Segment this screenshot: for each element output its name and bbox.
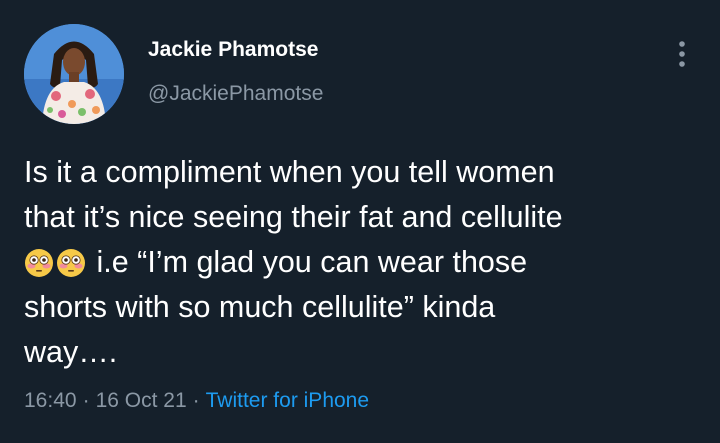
avatar-photo (24, 24, 124, 124)
more-vertical-icon (679, 41, 685, 67)
tweet-line: that it’s nice seeing their fat and cell… (24, 200, 563, 234)
tweet-line: way…. (24, 335, 118, 369)
tweet-date[interactable]: 16 Oct 21 (96, 389, 187, 412)
tweet-time[interactable]: 16:40 (24, 389, 77, 412)
tweet-line: shorts with so much cellulite” kinda (24, 290, 496, 324)
meta-separator: · (192, 389, 200, 412)
handle[interactable]: @JackiePhamotse (148, 82, 323, 106)
tweet-meta: 16:40 · 16 Oct 21 · Twitter for iPhone (24, 389, 369, 413)
tweet-text: Is it a compliment when you tell women t… (24, 150, 704, 375)
display-name[interactable]: Jackie Phamotse (148, 38, 318, 62)
tweet-line-text: i.e “I’m glad you can wear those (96, 245, 528, 279)
tweet-source-link[interactable]: Twitter for iPhone (206, 389, 369, 412)
meta-separator: · (82, 389, 90, 412)
tweet-card[interactable]: Jackie Phamotse @JackiePhamotse Is it a … (0, 0, 720, 443)
tweet-line: Is it a compliment when you tell women (24, 155, 555, 189)
more-options-button[interactable] (668, 36, 696, 72)
tweet-line: i.e “I’m glad you can wear those (24, 240, 704, 285)
avatar[interactable] (24, 24, 124, 124)
